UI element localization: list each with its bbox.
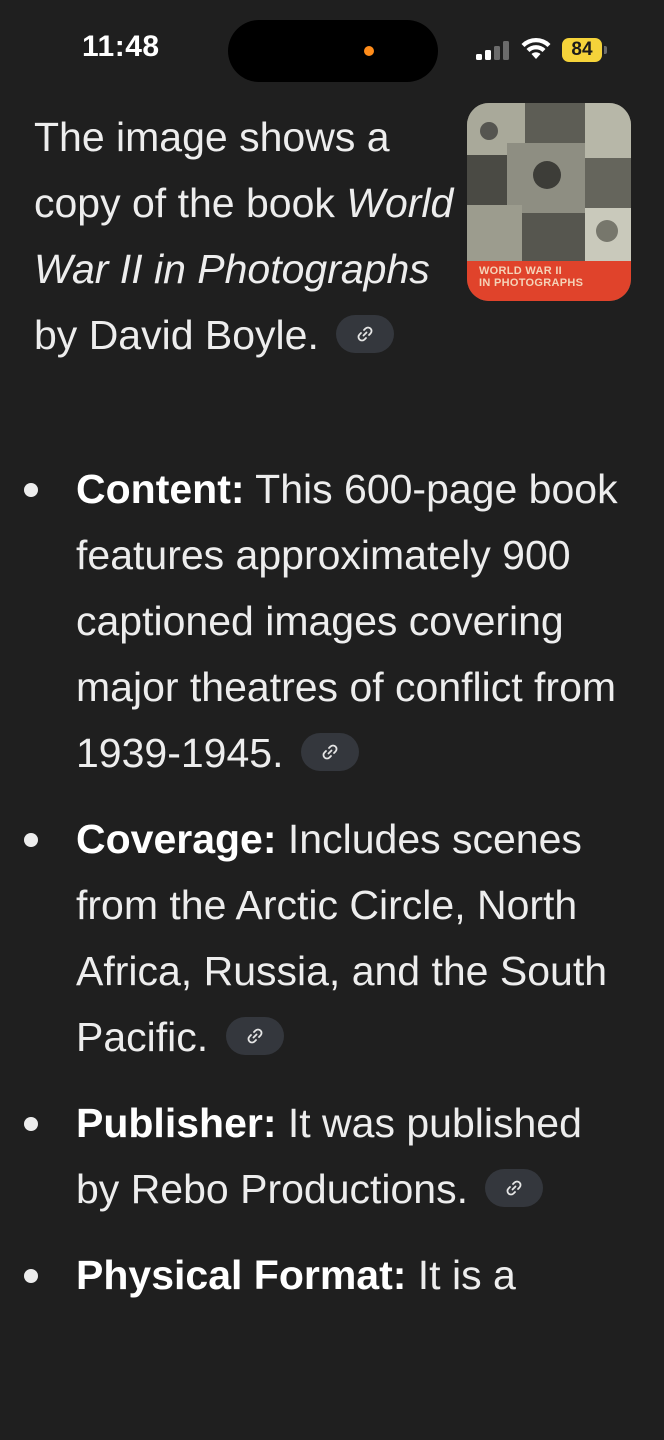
response-intro: The image shows a copy of the book World… xyxy=(34,104,454,368)
bullet-marker xyxy=(24,1117,38,1131)
bullet-label: Physical Format: xyxy=(76,1252,407,1298)
status-bar: 11:48 84 xyxy=(0,0,664,100)
bullet-label: Content: xyxy=(76,466,245,512)
list-item-content: Content: This 600-page book features app… xyxy=(0,456,664,786)
battery-indicator: 84 xyxy=(562,38,602,62)
link-icon xyxy=(507,1180,522,1196)
intro-text-before: The image shows a copy of the book xyxy=(34,114,390,226)
citation-chip[interactable] xyxy=(300,733,359,772)
details-bullet-list: Content: This 600-page book features app… xyxy=(0,456,664,1328)
book-cover-thumbnail[interactable]: WORLD WAR II IN PHOTOGRAPHS xyxy=(467,103,631,301)
battery-tip xyxy=(604,46,607,54)
intro-text-after: by David Boyle. xyxy=(34,312,319,358)
bullet-marker xyxy=(24,833,38,847)
link-icon xyxy=(322,744,338,760)
camera-indicator-dot xyxy=(364,46,374,56)
wifi-icon xyxy=(521,37,551,59)
link-icon xyxy=(247,1028,262,1044)
status-time: 11:48 xyxy=(82,30,160,63)
bullet-marker xyxy=(24,1269,38,1283)
list-item-coverage: Coverage: Includes scenes from the Arcti… xyxy=(0,806,664,1070)
bullet-text: It is a xyxy=(406,1252,516,1298)
bullet-text: This 600-page book features approximatel… xyxy=(76,466,618,776)
cellular-signal-icon xyxy=(476,40,510,60)
citation-chip[interactable] xyxy=(485,1169,544,1208)
bullet-label: Coverage: xyxy=(76,816,277,862)
list-item-publisher: Publisher: It was published by Rebo Prod… xyxy=(0,1090,664,1222)
citation-chip[interactable] xyxy=(336,315,395,354)
link-icon xyxy=(357,326,373,342)
bullet-marker xyxy=(24,483,38,497)
cover-photo-collage xyxy=(467,103,631,263)
cover-title-text: WORLD WAR II IN PHOTOGRAPHS xyxy=(479,265,584,289)
bullet-label: Publisher: xyxy=(76,1100,277,1146)
dynamic-island xyxy=(228,20,438,82)
list-item-physical-format: Physical Format: It is a xyxy=(0,1242,664,1308)
citation-chip[interactable] xyxy=(225,1017,284,1056)
